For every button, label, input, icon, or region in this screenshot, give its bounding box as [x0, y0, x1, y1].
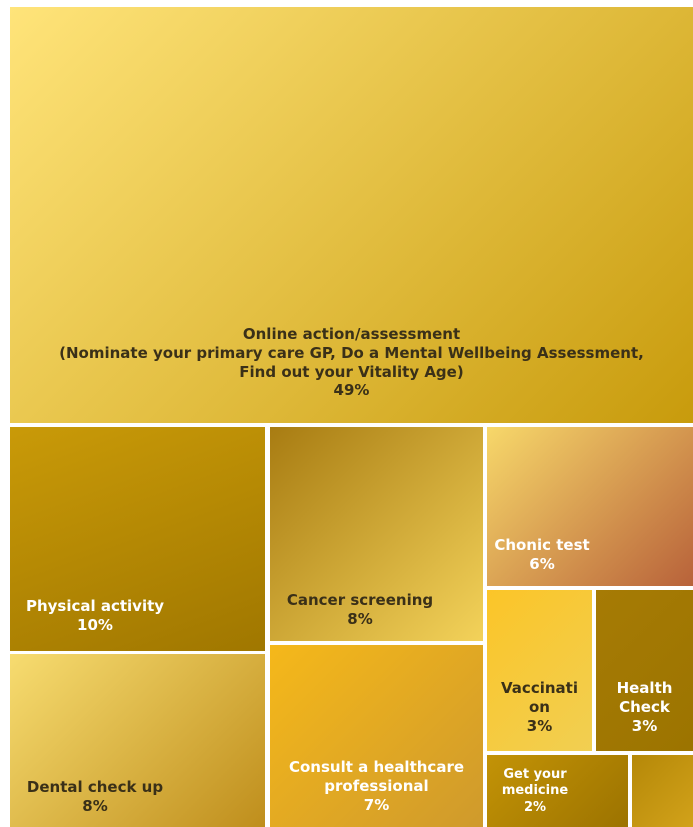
treemap-label-dental: Dental check up 8%: [10, 778, 180, 816]
treemap-value-label: 2%: [523, 799, 547, 815]
treemap-label-line: on: [529, 697, 550, 716]
treemap-tile-dental: Dental check up 8%: [10, 654, 265, 827]
treemap-label-line: Dental check up: [26, 778, 164, 796]
treemap-label-line: Vaccinati: [501, 679, 578, 697]
treemap-label-cancer: Cancer screening 8%: [270, 591, 450, 629]
treemap-label-line: medicine: [501, 783, 569, 799]
treemap-label-line: Find out your Vitality Age): [239, 362, 464, 381]
treemap-label-line: Get your: [503, 767, 567, 782]
treemap-tile-chronic: Chonic test 6%: [487, 427, 693, 586]
treemap-value-label: 49%: [333, 381, 370, 400]
treemap-label-consult: Consult a healthcare professional 7%: [270, 758, 483, 814]
treemap-value-label: 8%: [82, 796, 108, 815]
treemap-tile-physical: Physical activity 10%: [10, 427, 265, 651]
treemap-label-vaccination: Vaccinati on 3%: [487, 679, 592, 735]
treemap-value-label: 8%: [347, 609, 373, 628]
treemap-label-line: Chonic test: [494, 536, 590, 554]
treemap-label-online: Online action/assessment (Nominate your p…: [10, 325, 693, 400]
treemap-chart: Online action/assessment (Nominate your p…: [0, 0, 693, 827]
treemap-label-line: Consult a healthcare: [288, 758, 465, 776]
treemap-value-label: 10%: [77, 615, 113, 634]
treemap-label-line: Check: [619, 697, 670, 716]
treemap-label-line: Physical activity: [25, 597, 165, 615]
treemap-value-label: 6%: [529, 554, 555, 573]
treemap-tile-vaccination: Vaccinati on 3%: [487, 590, 592, 751]
treemap-tile-online: Online action/assessment (Nominate your p…: [10, 7, 693, 423]
treemap-tile-other: [632, 755, 693, 827]
treemap-label-line: (Nominate your primary care GP, Do a Men…: [59, 343, 644, 362]
treemap-label-line: Cancer screening: [286, 591, 434, 609]
treemap-label-line: professional: [324, 776, 429, 795]
treemap-tile-consult: Consult a healthcare professional 7%: [270, 645, 483, 827]
treemap-tile-cancer: Cancer screening 8%: [270, 427, 483, 641]
treemap-label-line: Health: [616, 679, 673, 697]
treemap-label-line: Online action/assessment: [242, 325, 461, 343]
treemap-label-chronic: Chonic test 6%: [487, 536, 597, 574]
treemap-label-health: Health Check 3%: [596, 679, 693, 735]
treemap-tile-medicine: Get your medicine 2%: [487, 755, 628, 827]
treemap-label-physical: Physical activity 10%: [10, 597, 180, 635]
treemap-tile-health: Health Check 3%: [596, 590, 693, 751]
treemap-label-medicine: Get your medicine 2%: [487, 767, 583, 816]
treemap-value-label: 7%: [363, 795, 390, 814]
treemap-value-label: 3%: [526, 716, 553, 735]
treemap-value-label: 3%: [631, 716, 658, 735]
